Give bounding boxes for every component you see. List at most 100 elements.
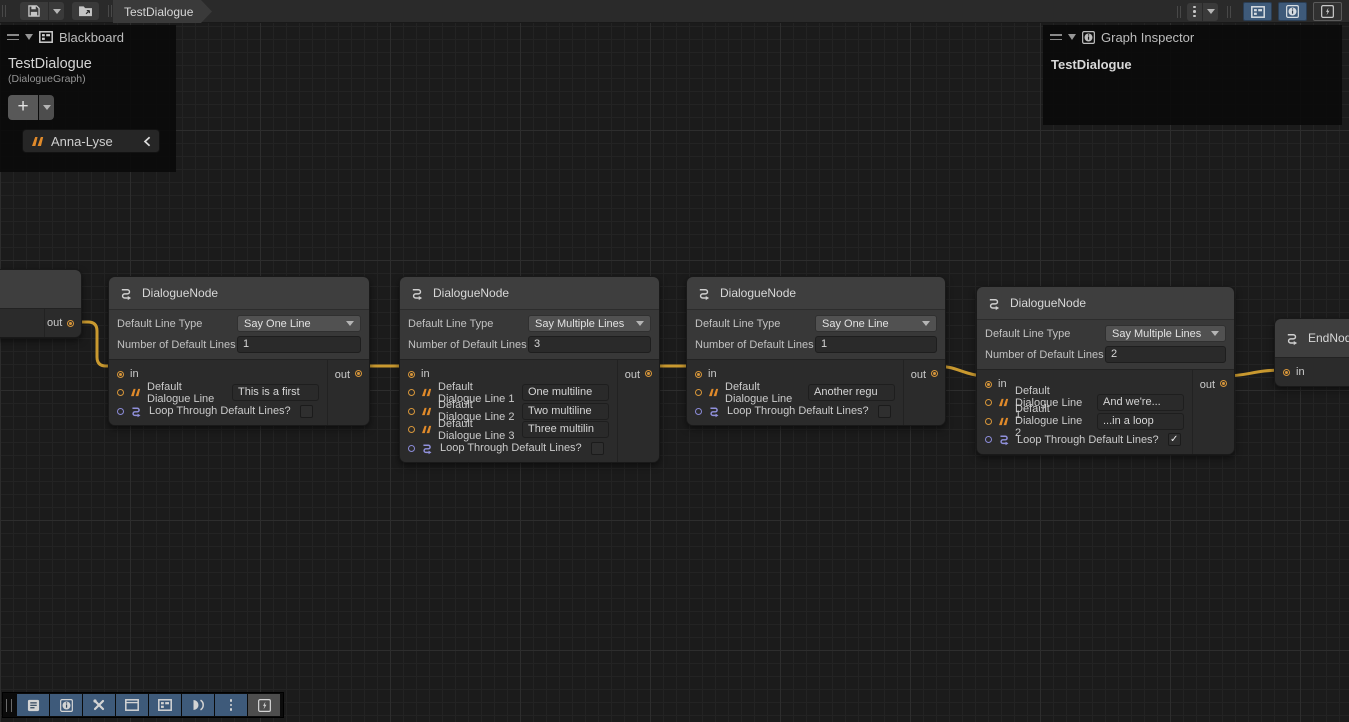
tools-button[interactable] xyxy=(83,694,115,716)
collapse-arrow-icon[interactable] xyxy=(25,34,33,40)
window-button[interactable] xyxy=(116,694,148,716)
line-type-dropdown[interactable]: Say Multiple Lines xyxy=(528,315,651,332)
line-port[interactable] xyxy=(695,389,702,396)
save-options-button[interactable] xyxy=(49,2,64,20)
line-port[interactable] xyxy=(117,389,124,396)
save-button[interactable] xyxy=(20,2,48,20)
line-type-dropdown[interactable]: Say One Line xyxy=(237,315,361,332)
kebab-menu-icon xyxy=(230,699,233,711)
dialogue-node-icon xyxy=(119,286,134,301)
toolbar-separator xyxy=(1177,6,1181,18)
drag-handle-icon[interactable] xyxy=(7,34,19,40)
line-value-field[interactable]: This is a first xyxy=(232,384,319,401)
line-value-field[interactable]: Another regu xyxy=(808,384,895,401)
loop-icon xyxy=(130,405,143,418)
spark-button[interactable] xyxy=(248,694,280,716)
toggle-inspector-button[interactable] xyxy=(1278,2,1307,21)
graph-inspector-header[interactable]: Graph Inspector xyxy=(1043,25,1342,49)
loop-port[interactable] xyxy=(695,408,702,415)
line-value-field[interactable]: And we're... xyxy=(1097,394,1184,411)
quote-icon xyxy=(130,388,141,397)
speaker-name-field: kerName xyxy=(0,309,44,337)
open-asset-button[interactable] xyxy=(72,2,99,20)
dialogue-node-1[interactable]: DialogueNode Default Line Type Say One L… xyxy=(108,276,370,426)
out-port[interactable] xyxy=(645,370,652,377)
dialogue-node-icon xyxy=(410,286,425,301)
collapse-chevron-icon[interactable] xyxy=(143,136,151,147)
node-title-bar[interactable]: DialogueNode xyxy=(687,277,945,309)
node-title-bar[interactable]: EndNode xyxy=(1275,319,1349,357)
dialogue-node-4[interactable]: DialogueNode Default Line Type Say Multi… xyxy=(976,286,1235,455)
loop-checkbox[interactable] xyxy=(1168,433,1181,446)
top-toolbar: TestDialogue xyxy=(0,0,1349,23)
num-lines-label: Number of Default Lines xyxy=(408,339,528,351)
collapse-arrow-icon[interactable] xyxy=(1068,34,1076,40)
line-port[interactable] xyxy=(408,389,415,396)
num-lines-field[interactable]: 1 xyxy=(237,336,361,353)
blackboard-title: Blackboard xyxy=(59,30,124,45)
preview-button[interactable] xyxy=(182,694,214,716)
line-type-dropdown[interactable]: Say Multiple Lines xyxy=(1105,325,1226,342)
blackboard-property-row[interactable]: Anna-Lyse xyxy=(22,129,160,153)
quote-icon xyxy=(421,425,432,434)
dialogue-node-icon xyxy=(1285,331,1300,346)
out-port[interactable] xyxy=(355,370,362,377)
in-port[interactable] xyxy=(117,371,124,378)
add-property-button[interactable]: + xyxy=(8,95,38,120)
in-port[interactable] xyxy=(1283,369,1290,376)
line-port[interactable] xyxy=(985,418,992,425)
loop-checkbox[interactable] xyxy=(300,405,313,418)
options-menu-button[interactable] xyxy=(1187,3,1202,21)
graph-inspector-title: Graph Inspector xyxy=(1101,30,1194,45)
in-port[interactable] xyxy=(408,371,415,378)
add-property-dropdown[interactable] xyxy=(39,95,54,120)
dialogue-node-3[interactable]: DialogueNode Default Line Type Say One L… xyxy=(686,276,946,426)
toggle-spark-button[interactable] xyxy=(1313,2,1342,21)
spark-icon xyxy=(258,699,271,712)
loop-port[interactable] xyxy=(117,408,124,415)
loop-port[interactable] xyxy=(985,436,992,443)
line-value-field[interactable]: ...in a loop xyxy=(1097,413,1184,430)
node-title-bar[interactable]: DialogueNode xyxy=(109,277,369,309)
toggle-blackboard-button[interactable] xyxy=(1243,2,1272,21)
more-button[interactable] xyxy=(215,694,247,716)
start-node[interactable]: Node kerName out xyxy=(0,269,82,338)
loop-port[interactable] xyxy=(408,445,415,452)
out-port[interactable] xyxy=(931,370,938,377)
loop-checkbox[interactable] xyxy=(878,405,891,418)
graph-type: (DialogueGraph) xyxy=(8,73,168,85)
node-title-bar[interactable]: DialogueNode xyxy=(400,277,659,309)
graph-inspector-panel: Graph Inspector TestDialogue xyxy=(1043,25,1342,125)
graph-tab[interactable]: TestDialogue xyxy=(113,0,212,23)
num-lines-field[interactable]: 3 xyxy=(528,336,651,353)
drag-handle-icon[interactable] xyxy=(1050,34,1062,40)
node-title-bar[interactable]: Node xyxy=(0,270,81,308)
end-node[interactable]: EndNode in xyxy=(1274,318,1349,387)
line-port[interactable] xyxy=(408,408,415,415)
line-value-field[interactable]: Two multiline xyxy=(522,403,609,420)
node-title-bar[interactable]: DialogueNode xyxy=(977,287,1234,319)
num-lines-field[interactable]: 1 xyxy=(815,336,937,353)
loop-checkbox[interactable] xyxy=(591,442,604,455)
line-value-field[interactable]: One multiline xyxy=(522,384,609,401)
in-port-label: in xyxy=(998,378,1007,390)
in-port[interactable] xyxy=(985,381,992,388)
blackboard-button[interactable] xyxy=(149,694,181,716)
options-dropdown-button[interactable] xyxy=(1203,3,1218,21)
blackboard-header[interactable]: Blackboard xyxy=(0,25,176,49)
line-port[interactable] xyxy=(985,399,992,406)
out-port[interactable] xyxy=(1220,380,1227,387)
line-port[interactable] xyxy=(408,426,415,433)
dialogue-node-2[interactable]: DialogueNode Default Line Type Say Multi… xyxy=(399,276,660,463)
document-button[interactable] xyxy=(17,694,49,716)
out-port[interactable] xyxy=(67,320,74,327)
line-type-dropdown[interactable]: Say One Line xyxy=(815,315,937,332)
in-port[interactable] xyxy=(695,371,702,378)
blackboard-panel: Blackboard TestDialogue (DialogueGraph) … xyxy=(0,25,176,172)
num-lines-field[interactable]: 2 xyxy=(1105,346,1226,363)
line-type-label: Default Line Type xyxy=(117,318,237,330)
line-value-field[interactable]: Three multilin xyxy=(522,421,609,438)
info-button[interactable] xyxy=(50,694,82,716)
dropdown-arrow-icon xyxy=(346,321,354,326)
toolbar-grip-icon[interactable] xyxy=(6,699,12,712)
